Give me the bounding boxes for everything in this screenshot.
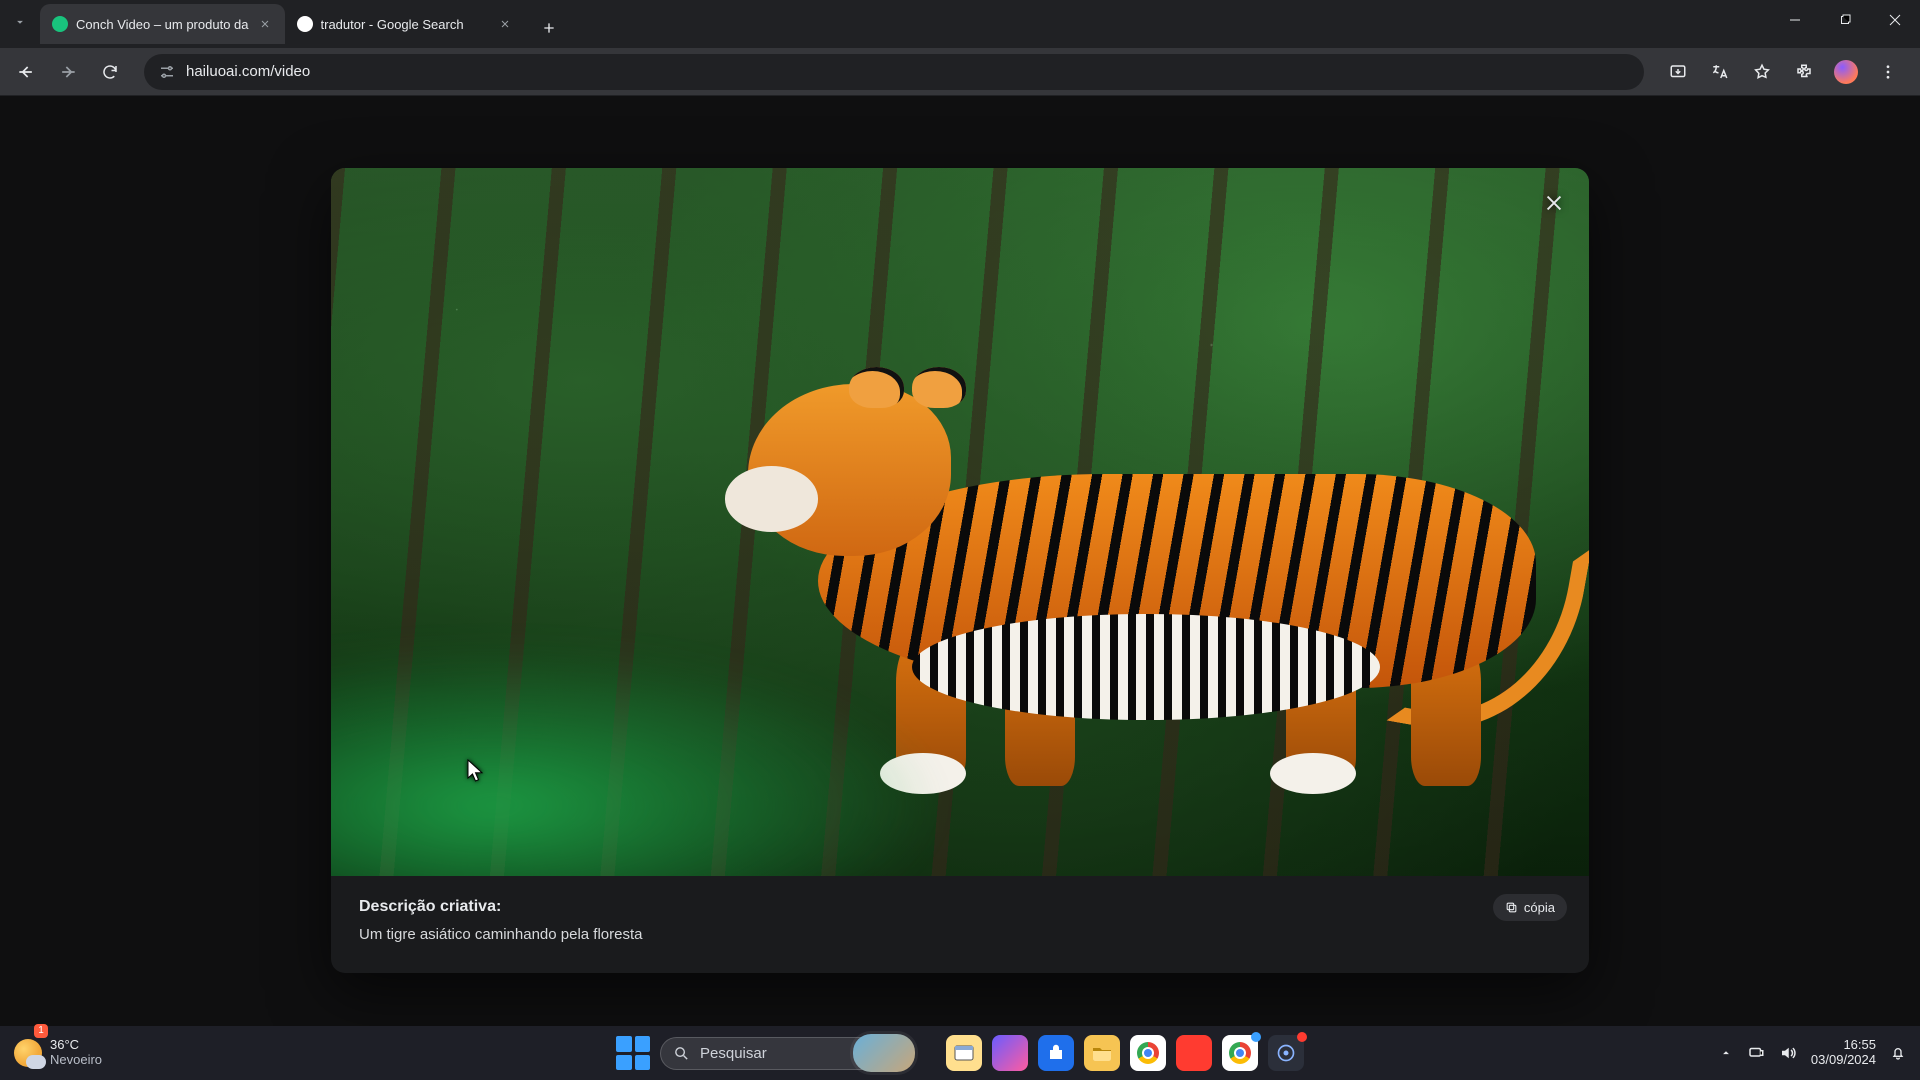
site-info-button[interactable]: [158, 63, 176, 81]
taskbar-app-red[interactable]: [1176, 1035, 1212, 1071]
folder-icon: [1092, 1045, 1112, 1061]
tray-network-button[interactable]: [1747, 1044, 1765, 1062]
video-preview-modal: cópia Descrição criativa: Um tigre asiát…: [331, 168, 1589, 973]
video-frame-tiger: [331, 168, 1589, 876]
taskbar-app-store[interactable]: [1038, 1035, 1074, 1071]
window-controls: [1770, 0, 1920, 40]
puzzle-icon: [1795, 63, 1813, 81]
taskbar-app-chrome[interactable]: [1130, 1035, 1166, 1071]
pinned-apps: [946, 1035, 1304, 1071]
plus-icon: [541, 20, 557, 36]
description-label: Descrição criativa:: [359, 898, 1561, 916]
bell-icon: [1890, 1044, 1906, 1062]
window-minimize-button[interactable]: [1770, 0, 1820, 40]
tab-strip: Conch Video – um produto da tradutor - G…: [40, 0, 565, 44]
weather-temp: 36°C: [50, 1038, 102, 1053]
close-icon: [1889, 14, 1901, 26]
star-icon: [1753, 63, 1771, 81]
forward-button[interactable]: [50, 54, 86, 90]
page-content: cópia Descrição criativa: Um tigre asiát…: [0, 96, 1920, 1026]
install-icon: [1669, 63, 1687, 81]
search-placeholder: Pesquisar: [700, 1045, 767, 1062]
tab-search-button[interactable]: [0, 0, 40, 44]
url-text: hailuoai.com/video: [186, 63, 1630, 80]
translate-button[interactable]: [1702, 54, 1738, 90]
taskbar-search[interactable]: Pesquisar: [660, 1037, 880, 1070]
copy-label: cópia: [1524, 900, 1555, 915]
browser-toolbar: hailuoai.com/video: [0, 48, 1920, 96]
chevron-up-icon: [1719, 1046, 1733, 1060]
window-close-button[interactable]: [1870, 0, 1920, 40]
window-restore-button[interactable]: [1820, 0, 1870, 40]
tab-close-button[interactable]: [497, 16, 513, 32]
modal-close-button[interactable]: [1537, 186, 1571, 220]
description-panel: cópia Descrição criativa: Um tigre asiát…: [331, 876, 1589, 973]
address-bar[interactable]: hailuoai.com/video: [144, 54, 1644, 90]
weather-condition: Nevoeiro: [50, 1053, 102, 1068]
toolbar-actions: [1660, 54, 1906, 90]
profile-button[interactable]: [1828, 54, 1864, 90]
windows-taskbar: 1 36°C Nevoeiro Pesquisar: [0, 1026, 1920, 1080]
system-tray: 16:55 03/09/2024: [1719, 1038, 1920, 1068]
volume-icon: [1779, 1044, 1797, 1062]
tab-title: Conch Video – um produto da: [76, 17, 249, 32]
browser-titlebar: Conch Video – um produto da tradutor - G…: [0, 0, 1920, 48]
reload-icon: [101, 63, 119, 81]
tray-volume-button[interactable]: [1779, 1044, 1797, 1062]
start-button[interactable]: [616, 1036, 650, 1070]
close-icon: [499, 18, 511, 30]
copy-icon: [1505, 901, 1518, 914]
favicon-icon: [52, 16, 68, 32]
tune-icon: [158, 63, 176, 81]
search-icon: [673, 1045, 690, 1062]
wifi-icon: [1747, 1044, 1765, 1062]
favicon-icon: [297, 16, 313, 32]
avatar-icon: [1834, 60, 1858, 84]
arrow-left-icon: [16, 62, 36, 82]
chrome-icon: [1229, 1042, 1251, 1064]
copy-button[interactable]: cópia: [1493, 894, 1567, 921]
minimize-icon: [1789, 14, 1801, 26]
taskbar-app-obs[interactable]: [1268, 1035, 1304, 1071]
tab-google-tradutor[interactable]: tradutor - Google Search: [285, 4, 525, 44]
weather-icon: [14, 1039, 42, 1067]
taskbar-app-chrome-active[interactable]: [1222, 1035, 1258, 1071]
chrome-menu-button[interactable]: [1870, 54, 1906, 90]
taskbar-app-taskview[interactable]: [946, 1035, 982, 1071]
tray-overflow-button[interactable]: [1719, 1046, 1733, 1060]
restore-icon: [1839, 14, 1851, 26]
install-app-button[interactable]: [1660, 54, 1696, 90]
taskview-icon: [954, 1045, 974, 1061]
close-icon: [259, 18, 271, 30]
tray-clock[interactable]: 16:55 03/09/2024: [1811, 1038, 1876, 1068]
obs-icon: [1276, 1043, 1296, 1063]
reload-button[interactable]: [92, 54, 128, 90]
arrow-right-icon: [58, 62, 78, 82]
search-highlight-thumb: [853, 1034, 915, 1072]
chevron-down-icon: [13, 15, 27, 29]
new-tab-button[interactable]: [533, 12, 565, 44]
tab-title: tradutor - Google Search: [321, 17, 489, 32]
kebab-icon: [1879, 63, 1897, 81]
weather-alert-badge: 1: [34, 1024, 48, 1038]
clock-time: 16:55: [1811, 1038, 1876, 1053]
tray-notifications-button[interactable]: [1890, 1044, 1906, 1062]
taskbar-app-explorer[interactable]: [1084, 1035, 1120, 1071]
back-button[interactable]: [8, 54, 44, 90]
taskbar-center: Pesquisar: [616, 1035, 1304, 1071]
close-icon: [1543, 192, 1565, 214]
translate-icon: [1711, 63, 1729, 81]
chrome-icon: [1137, 1042, 1159, 1064]
video-player[interactable]: [331, 168, 1589, 876]
bookmark-button[interactable]: [1744, 54, 1780, 90]
description-text: Um tigre asiático caminhando pela flores…: [359, 926, 1561, 943]
clock-date: 03/09/2024: [1811, 1053, 1876, 1068]
taskbar-app-copilot[interactable]: [992, 1035, 1028, 1071]
tab-conch-video[interactable]: Conch Video – um produto da: [40, 4, 285, 44]
mouse-cursor-icon: [466, 758, 486, 784]
store-icon: [1047, 1044, 1065, 1062]
extensions-button[interactable]: [1786, 54, 1822, 90]
weather-widget[interactable]: 1 36°C Nevoeiro: [0, 1038, 102, 1068]
tab-close-button[interactable]: [257, 16, 273, 32]
